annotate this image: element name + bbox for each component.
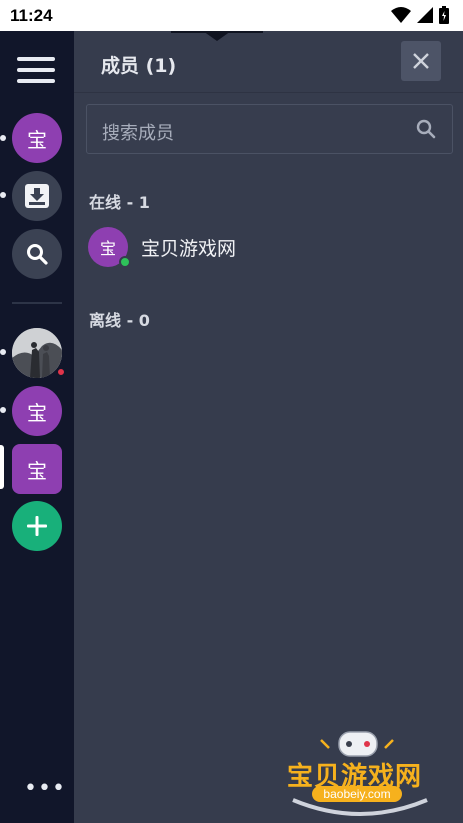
signal-icon [417, 7, 433, 23]
battery-icon [439, 6, 449, 24]
plus-icon [27, 516, 47, 536]
panel-header: 成员 (1) [74, 31, 463, 93]
watermark-domain: baobeiy.com [312, 786, 402, 802]
offline-section-header: 离线 - 0 [89, 311, 150, 330]
search-icon [27, 244, 48, 265]
notification-dot [56, 367, 66, 377]
rail-divider [12, 302, 62, 304]
online-section-header: 在线 - 1 [89, 193, 150, 212]
server-photo-avatar[interactable] [12, 328, 62, 378]
search-button[interactable] [12, 229, 62, 279]
unread-indicator [0, 192, 6, 198]
server-avatar-selected[interactable]: 宝 [12, 444, 62, 494]
unread-indicator [0, 407, 6, 413]
member-list-item[interactable]: 宝 宝贝游戏网 [88, 227, 237, 268]
search-placeholder: 搜索成员 [102, 123, 174, 144]
inbox-download-icon [25, 184, 49, 208]
server-rail: 宝 宝 宝 ••• [0, 31, 74, 823]
server-avatar[interactable]: 宝 [12, 386, 62, 436]
member-name: 宝贝游戏网 [141, 237, 237, 260]
active-server-indicator [0, 445, 4, 489]
watermark-logo: 宝贝游戏网 baobeiy.com [285, 728, 435, 818]
inbox-button[interactable] [12, 171, 62, 221]
status-bar: 11:24 [0, 0, 463, 31]
more-icon[interactable]: ••• [24, 776, 66, 801]
avatar: 宝 [88, 227, 131, 268]
close-button[interactable] [401, 41, 441, 81]
add-server-button[interactable] [12, 501, 62, 551]
unread-indicator [0, 135, 6, 141]
avatar-initial: 宝 [99, 239, 116, 258]
status-time: 11:24 [10, 6, 53, 25]
status-icons [391, 6, 449, 24]
member-panel: 成员 (1) 搜索成员 在线 - 1 宝 宝贝游戏网 离线 - 0 [74, 31, 463, 823]
page-title: 成员 (1) [101, 55, 177, 77]
menu-icon[interactable] [17, 57, 57, 85]
online-status-dot [119, 256, 131, 268]
search-icon [416, 119, 436, 139]
close-icon [413, 53, 429, 69]
server-avatar[interactable]: 宝 [12, 113, 62, 163]
member-search-input[interactable]: 搜索成员 [86, 104, 453, 154]
unread-indicator [0, 349, 6, 355]
photo-thumbnail [12, 328, 62, 378]
wifi-icon [391, 7, 411, 23]
